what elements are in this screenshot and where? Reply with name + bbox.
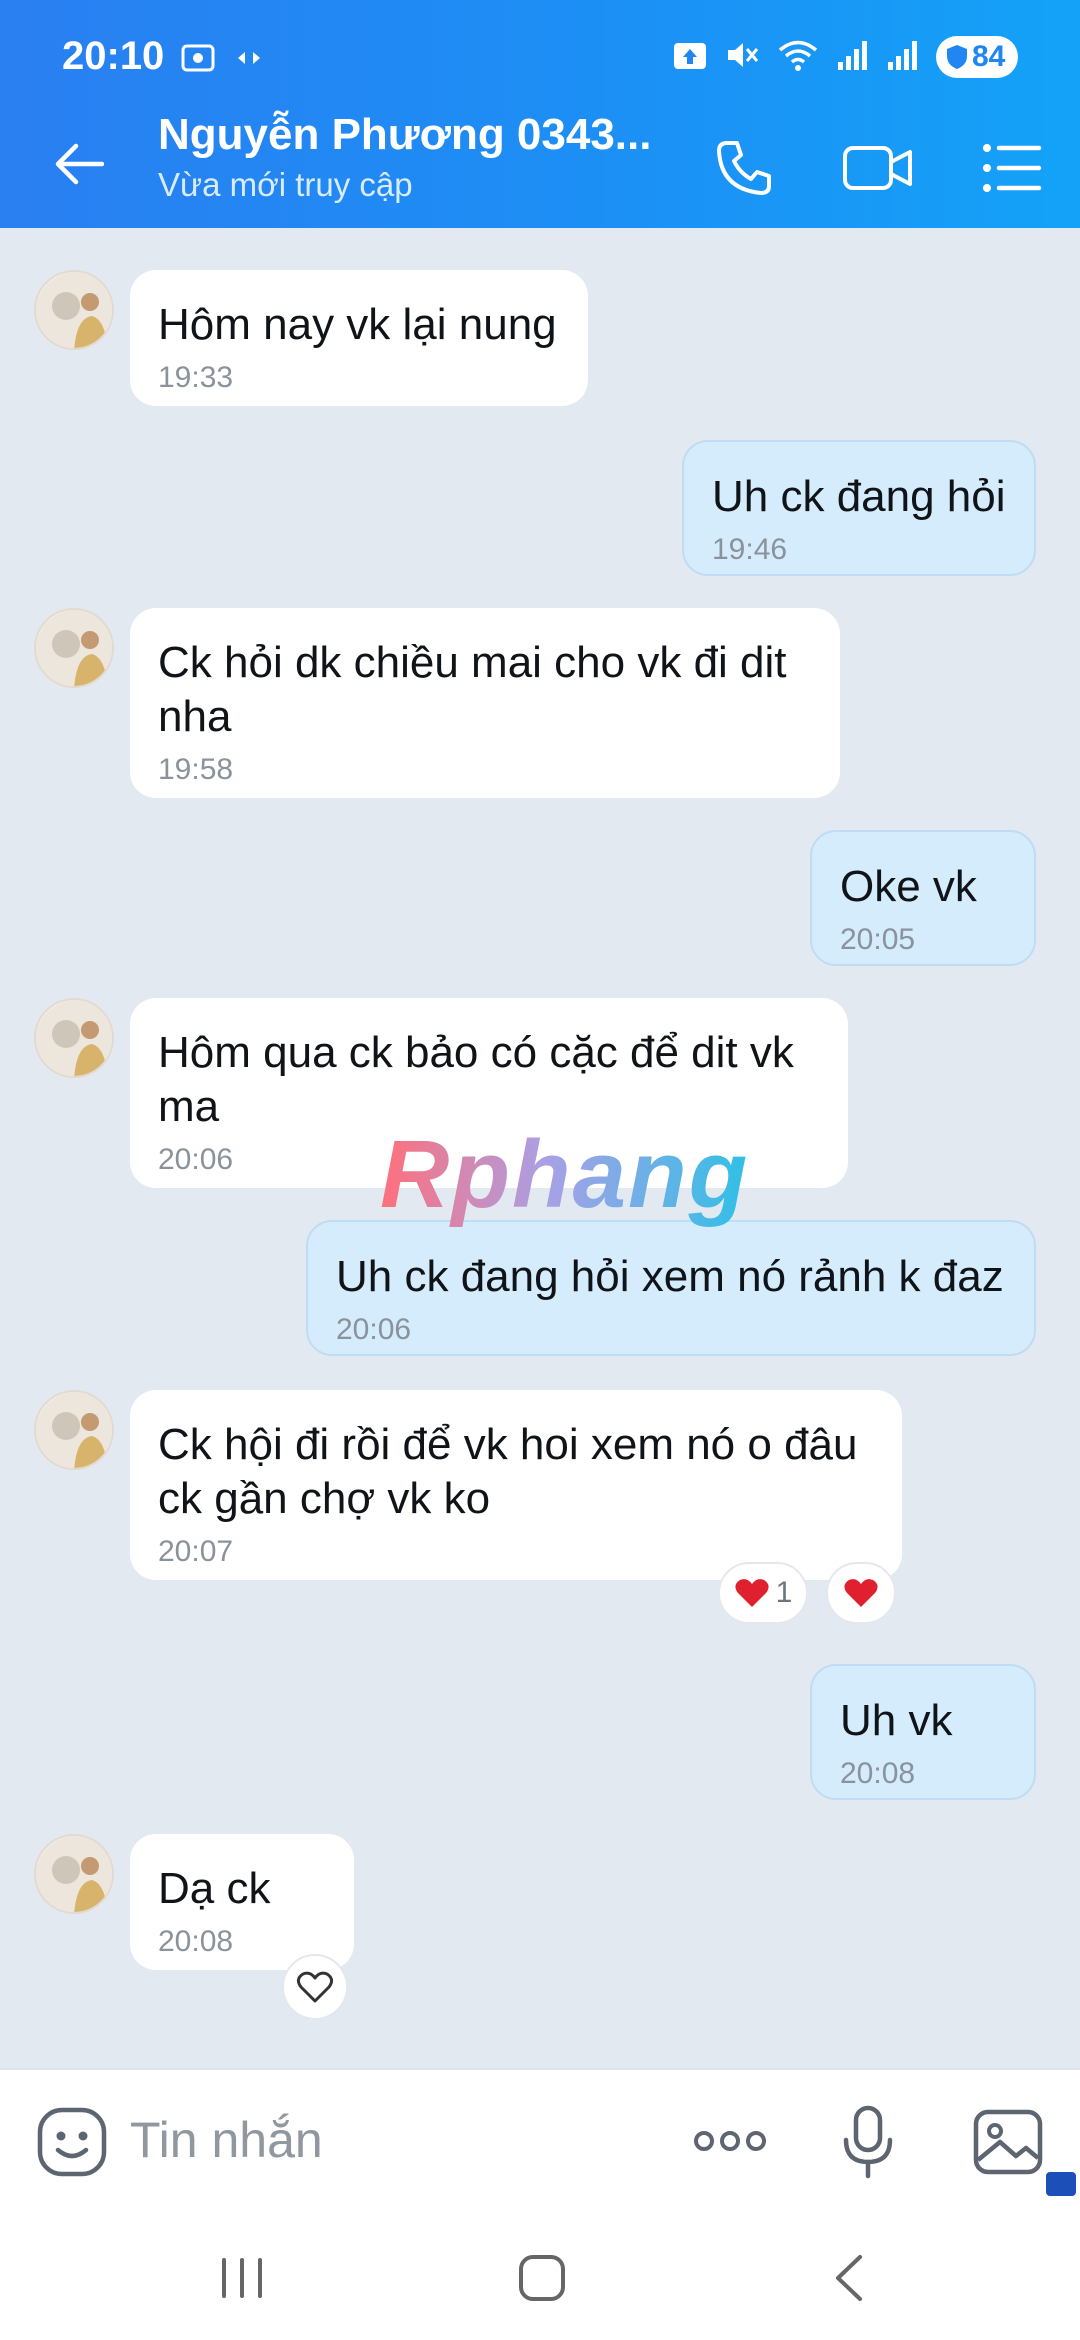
recent-apps-icon [222, 2258, 262, 2298]
data-sync-icon [234, 43, 264, 78]
upload-notification-icon [672, 39, 708, 76]
more-button[interactable] [690, 2106, 770, 2176]
message-bubble-incoming[interactable]: Dạ ck 20:08 [130, 1834, 354, 1970]
message-time: 19:58 [158, 753, 234, 786]
back-button[interactable] [46, 132, 110, 196]
status-bar: 20:10 84 [0, 0, 1080, 110]
mute-icon [724, 37, 760, 78]
phone-icon [717, 141, 771, 195]
reaction-summary[interactable]: 1 [718, 1562, 808, 1624]
gallery-button[interactable] [970, 2104, 1046, 2180]
message-bubble-outgoing[interactable]: Oke vk 20:05 [810, 830, 1036, 966]
message-bubble-outgoing[interactable]: Uh vk 20:08 [810, 1664, 1036, 1800]
message-time: 19:46 [712, 533, 788, 566]
heart-icon [735, 1579, 769, 1607]
composer-bar [0, 2068, 1080, 2214]
shield-icon [947, 45, 967, 69]
battery-indicator: 84 [936, 36, 1018, 78]
avatar[interactable] [34, 608, 114, 688]
upload-badge-icon [1046, 2172, 1076, 2196]
voice-button[interactable] [838, 2104, 898, 2180]
home-button[interactable] [502, 2248, 582, 2308]
arrow-left-icon [55, 143, 104, 185]
avatar[interactable] [34, 270, 114, 350]
more-dots-icon [694, 2131, 766, 2151]
wifi-icon [776, 37, 820, 78]
microphone-icon [843, 2105, 893, 2179]
system-nav-bar [0, 2214, 1080, 2340]
message-input[interactable] [130, 2100, 650, 2180]
react-button[interactable] [826, 1562, 896, 1624]
message-bubble-incoming[interactable]: Ck hội đi rồi để vk hoi xem nó o đâu ck … [130, 1390, 902, 1580]
message-bubble-incoming[interactable]: Hôm nay vk lại nung 19:33 [130, 270, 588, 406]
chat-header: 20:10 84 Nguyễn Phương 0343... Vừa mới t… [0, 0, 1080, 228]
recents-button[interactable] [202, 2248, 282, 2308]
message-time: 20:06 [336, 1313, 412, 1346]
message-time: 20:05 [840, 923, 916, 956]
avatar[interactable] [34, 1834, 114, 1914]
status-time: 20:10 [62, 34, 165, 78]
chat-topbar: Nguyễn Phương 0343... Vừa mới truy cập [0, 110, 1080, 228]
system-back-button[interactable] [808, 2248, 888, 2308]
chevron-left-icon [836, 2255, 862, 2301]
video-call-button[interactable] [840, 130, 916, 206]
home-icon [519, 2255, 565, 2301]
react-button[interactable] [282, 1954, 348, 2020]
chat-screen: 20:10 84 Nguyễn Phương 0343... Vừa mới t… [0, 0, 1080, 2340]
image-gallery-icon [973, 2109, 1043, 2175]
message-bubble-incoming[interactable]: Ck hỏi dk chiều mai cho vk đi dit nha 19… [130, 608, 840, 798]
heart-icon [844, 1579, 878, 1607]
avatar[interactable] [34, 998, 114, 1078]
sticker-face-icon [37, 2107, 107, 2177]
message-bubble-outgoing[interactable]: Uh ck đang hỏi 19:46 [682, 440, 1036, 576]
signal-icon [836, 38, 870, 77]
message-time: 19:33 [158, 361, 234, 394]
emoji-button[interactable] [34, 2104, 110, 2180]
heart-outline-icon [296, 1971, 334, 2003]
screenshot-icon [180, 40, 216, 81]
menu-button[interactable] [974, 130, 1050, 206]
video-camera-icon [843, 146, 912, 190]
message-time: 20:08 [840, 1757, 916, 1790]
call-button[interactable] [706, 130, 782, 206]
reaction-count: 1 [775, 1576, 793, 1609]
watermark: Rphang [380, 1121, 750, 1228]
list-menu-icon [983, 144, 1042, 192]
contact-name[interactable]: Nguyễn Phương 0343... [158, 110, 651, 160]
message-bubble-outgoing[interactable]: Uh ck đang hỏi xem nó rảnh k đaz 20:06 [306, 1220, 1036, 1356]
signal-icon [886, 38, 920, 77]
battery-level: 84 [972, 40, 1006, 73]
contact-status: Vừa mới truy cập [158, 166, 413, 203]
avatar[interactable] [34, 1390, 114, 1470]
